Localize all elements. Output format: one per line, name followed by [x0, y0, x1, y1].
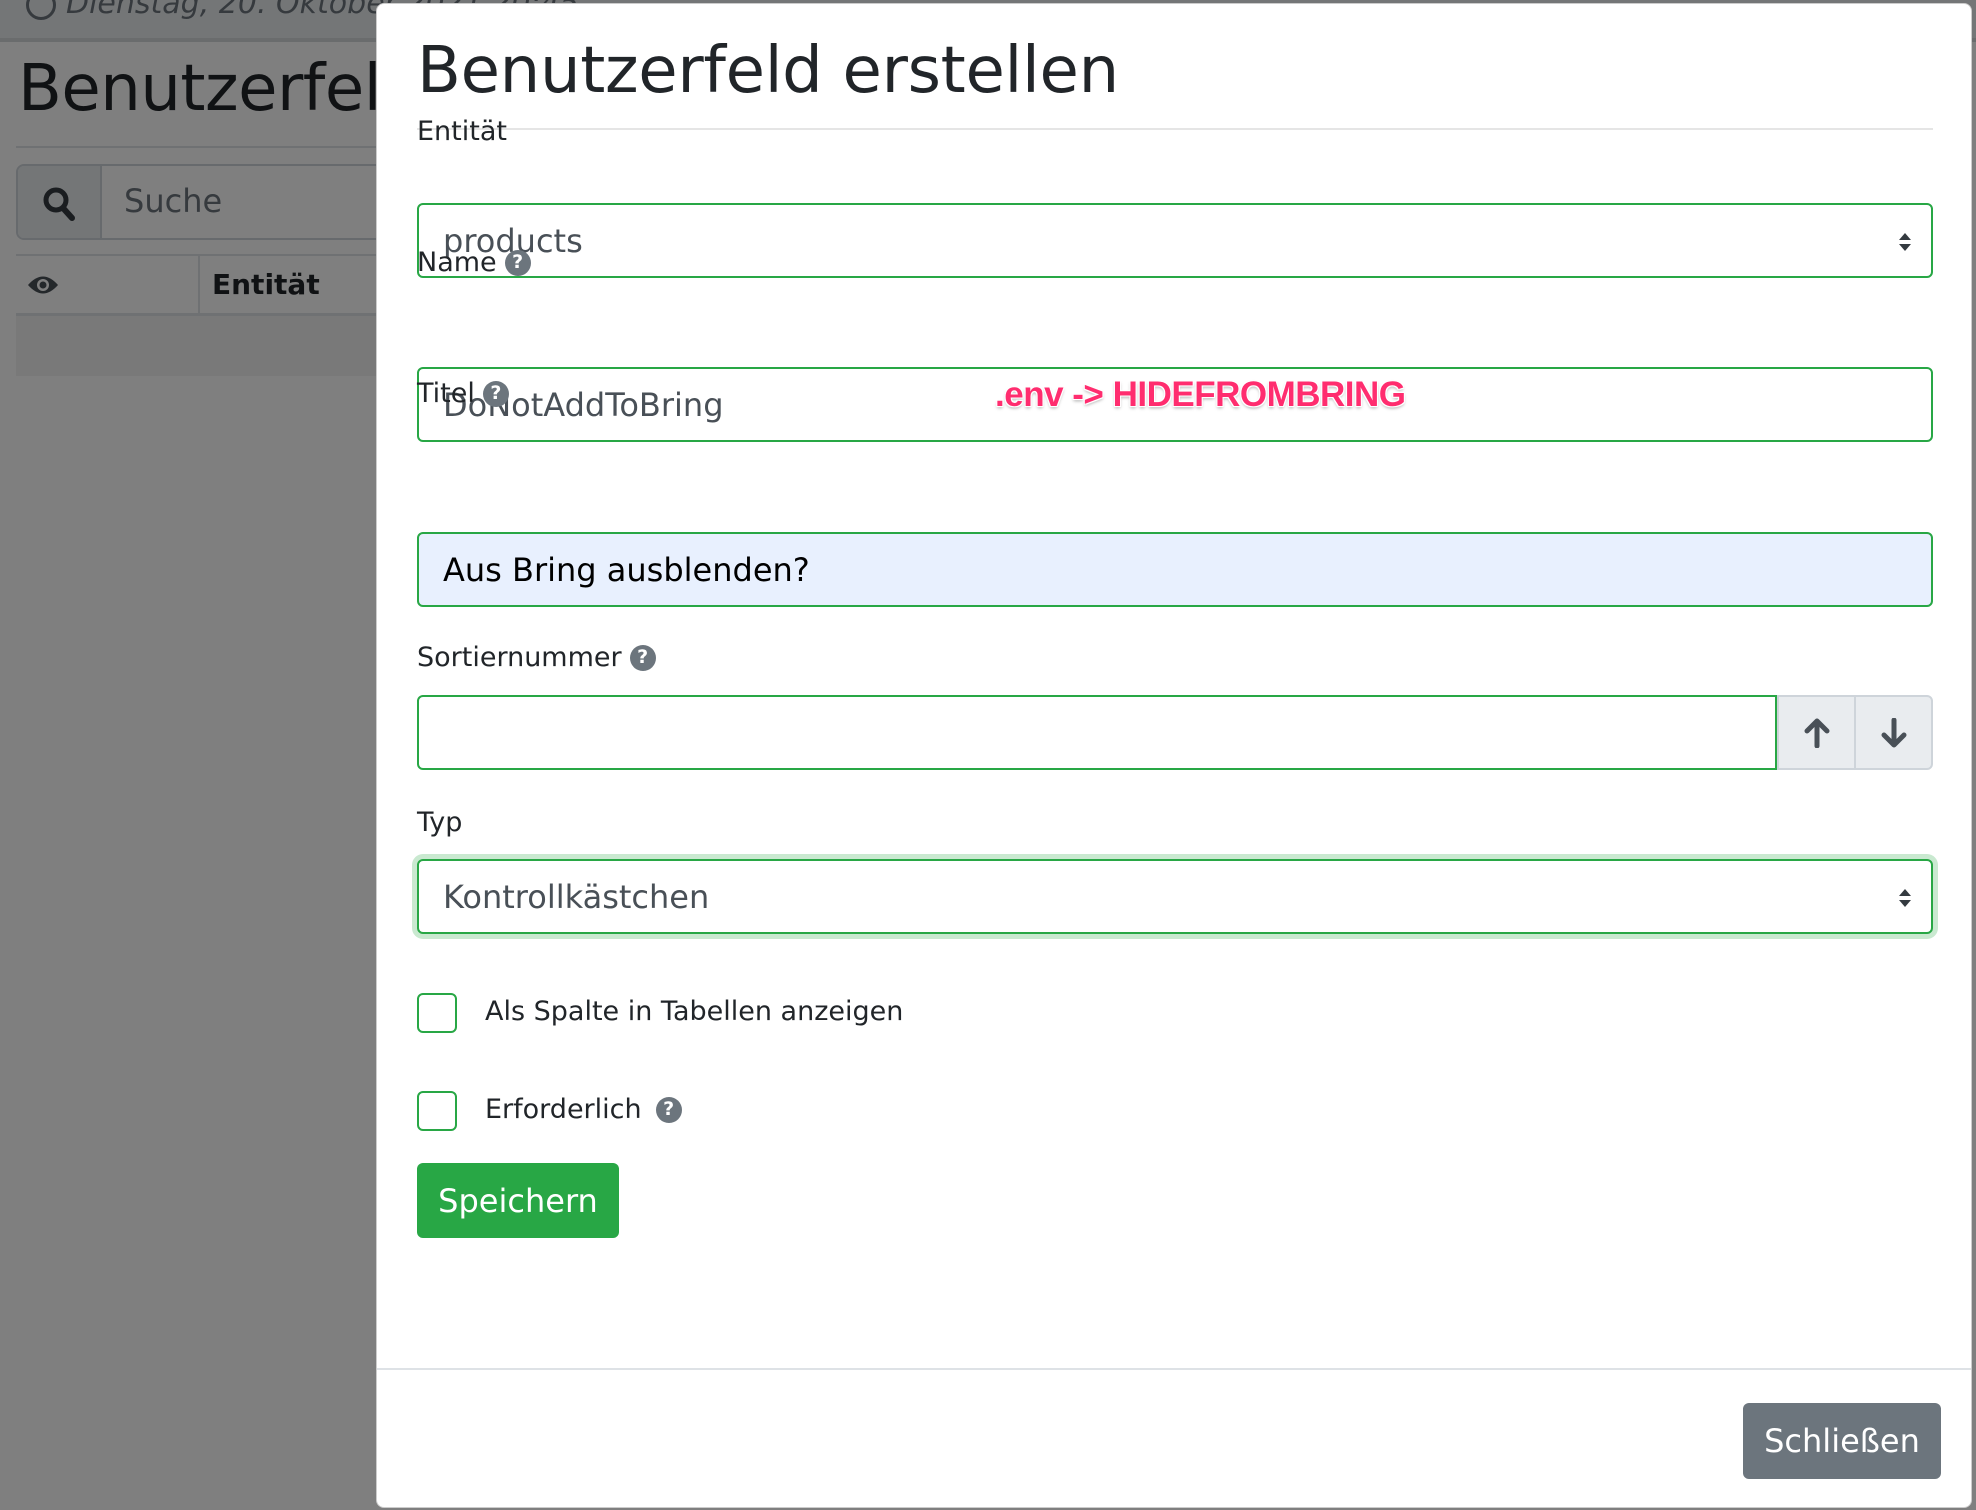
select-arrows-icon [1899, 889, 1911, 907]
decrement-button[interactable] [1855, 695, 1933, 770]
sort-number-label-text: Sortiernummer [417, 642, 622, 673]
show-as-column-label-text: Als Spalte in Tabellen anzeigen [485, 996, 904, 1027]
type-label: Typ [417, 807, 462, 838]
select-arrows-icon [1899, 233, 1911, 251]
modal-footer-divider [377, 1368, 1971, 1370]
required-label[interactable]: Erforderlich ? [485, 1094, 682, 1125]
sort-number-label: Sortiernummer ? [417, 642, 656, 673]
title-label-text: Titel [417, 378, 475, 409]
type-select[interactable]: Kontrollkästchen [417, 859, 1933, 934]
required-label-text: Erforderlich [485, 1094, 642, 1125]
arrow-down-icon [1881, 717, 1906, 747]
required-checkbox[interactable] [417, 1091, 457, 1131]
close-button[interactable]: Schließen [1743, 1403, 1941, 1479]
sort-number-input[interactable] [417, 695, 1777, 770]
title-label: Titel ? [417, 378, 509, 409]
title-input-value: Aus Bring ausblenden? [443, 551, 810, 589]
arrow-up-icon [1804, 718, 1829, 748]
question-circle-icon[interactable]: ? [482, 380, 509, 407]
type-select-value: Kontrollkästchen [443, 878, 710, 916]
title-input[interactable]: Aus Bring ausblenden? [417, 532, 1933, 607]
modal-header-divider [417, 128, 1933, 130]
entity-label-text: Entität [417, 116, 507, 147]
show-as-column-checkbox[interactable] [417, 993, 457, 1033]
annotation-overlay: .env -> HIDEFROMBRING [995, 375, 1406, 414]
show-as-column-label[interactable]: Als Spalte in Tabellen anzeigen [485, 996, 903, 1027]
question-circle-icon[interactable]: ? [655, 1096, 682, 1123]
entity-label: Entität [417, 116, 507, 147]
entity-select[interactable]: products [417, 203, 1933, 278]
create-userfield-modal: Benutzerfeld erstellen Entität products … [376, 3, 1972, 1508]
question-circle-icon[interactable]: ? [629, 644, 656, 671]
name-label-text: Name [417, 247, 497, 278]
question-circle-icon[interactable]: ? [504, 249, 531, 276]
name-label: Name ? [417, 247, 531, 278]
type-label-text: Typ [417, 807, 463, 838]
save-button[interactable]: Speichern [417, 1163, 619, 1238]
modal-title: Benutzerfeld erstellen [417, 34, 1119, 108]
increment-button[interactable] [1777, 695, 1855, 770]
